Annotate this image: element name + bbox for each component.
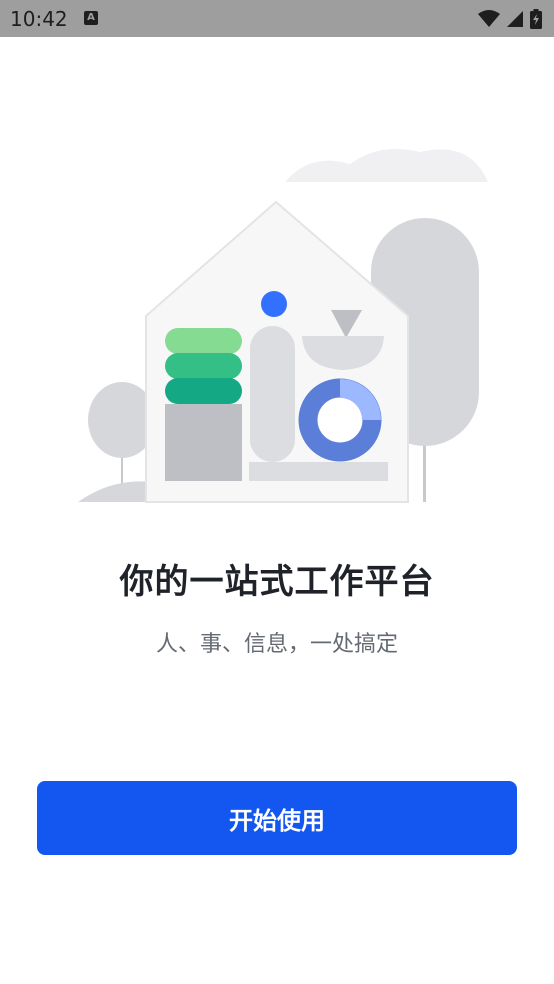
battery-charging-icon bbox=[530, 9, 542, 29]
gray-pillar bbox=[250, 326, 295, 462]
gray-pedestal bbox=[165, 404, 242, 481]
donut-hole bbox=[318, 398, 362, 442]
cloud-shape bbox=[285, 148, 488, 182]
status-bar: 10:42 A bbox=[0, 0, 554, 37]
ground-mound bbox=[78, 481, 150, 502]
blue-ball bbox=[261, 291, 287, 317]
a-notification-icon: A bbox=[84, 11, 98, 25]
status-icons bbox=[478, 8, 542, 30]
green-block-top bbox=[165, 328, 242, 354]
cellular-signal-icon bbox=[507, 11, 523, 27]
status-time: 10:42 bbox=[10, 7, 68, 31]
page-title: 你的一站式工作平台 bbox=[119, 562, 435, 602]
house-workplace-illustration bbox=[78, 148, 488, 503]
wifi-icon bbox=[478, 10, 500, 27]
green-block-bottom bbox=[165, 378, 242, 404]
start-button[interactable]: 开始使用 bbox=[37, 781, 517, 855]
gray-base-slab bbox=[249, 462, 388, 481]
page-subtitle: 人、事、信息，一处搞定 bbox=[155, 632, 398, 657]
green-block-middle bbox=[165, 353, 242, 379]
